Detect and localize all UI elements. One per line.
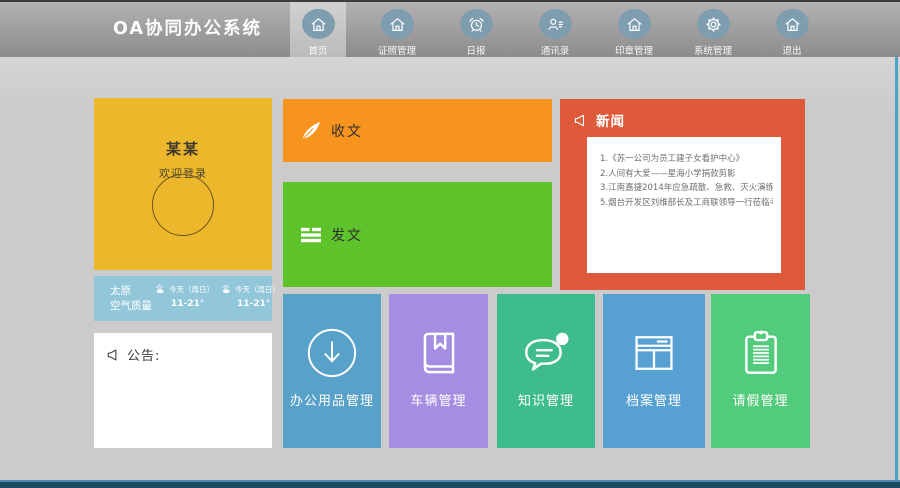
nav-item-home[interactable]: 首页 — [290, 2, 346, 57]
announcement-title: 公告: — [127, 345, 160, 364]
weather-location: 太原 空气质量 — [110, 284, 152, 314]
module-label: 知识管理 — [518, 390, 574, 409]
nav-label: 日报 — [466, 43, 485, 57]
nav-label: 通讯录 — [541, 43, 570, 57]
module-knowledge[interactable]: 知识管理 — [497, 294, 595, 448]
nav-item-daily-report[interactable]: 日报 — [448, 2, 504, 57]
outbox-button[interactable]: 发文 — [283, 182, 552, 287]
nav-item-contacts[interactable]: 通讯录 — [527, 2, 583, 57]
megaphone-icon — [573, 112, 590, 129]
download-circle-icon — [304, 325, 360, 381]
forecast-day: 今天（周日） — [235, 284, 280, 295]
avatar-placeholder — [152, 174, 214, 236]
module-label: 办公用品管理 — [290, 390, 374, 409]
forecast-temp: 11-21° — [237, 299, 282, 309]
news-list: 1.《苏一公司为员工建子女看护中心》 2.人间有大爱——星海小学捐款剪影 3.江… — [587, 137, 781, 210]
nav-item-licenses[interactable]: 证照管理 — [369, 2, 425, 57]
forecast-today-2: 今天（周日） 11-21° — [220, 283, 282, 309]
right-edge-accent — [895, 57, 898, 480]
nav-item-logout[interactable]: 退出 — [764, 2, 820, 57]
nav-label: 退出 — [782, 43, 801, 57]
nav-label: 证照管理 — [378, 43, 416, 57]
book-icon — [411, 325, 467, 381]
news-item[interactable]: 1.《苏一公司为员工建子女看护中心》 — [600, 152, 773, 167]
nav-label: 印章管理 — [615, 43, 653, 57]
forecast-day: 今天（周日） — [169, 284, 214, 295]
oa-dashboard: OA协同办公系统 首页 证照管理 日报 — [0, 0, 900, 488]
home-icon — [618, 9, 651, 39]
nav-item-system[interactable]: 系统管理 — [685, 2, 741, 57]
module-label: 车辆管理 — [410, 390, 466, 409]
megaphone-icon — [106, 347, 122, 363]
nav-item-seals[interactable]: 印章管理 — [606, 2, 662, 57]
footer-bar — [0, 480, 900, 488]
profile-card: 某某 欢迎登录 — [94, 98, 272, 270]
news-item[interactable]: 3.江南嘉捷2014年应急疏散、急救、灭火演练圆满落幕 — [600, 181, 773, 196]
outbox-label: 发文 — [331, 225, 363, 245]
header-bar: OA协同办公系统 首页 证照管理 日报 — [0, 0, 900, 57]
news-item[interactable]: 2.人间有大爱——星海小学捐款剪影 — [600, 167, 773, 182]
forecast-temp: 11-21° — [171, 299, 216, 309]
news-panel: 1.《苏一公司为员工建子女看护中心》 2.人间有大爱——星海小学捐款剪影 3.江… — [587, 137, 781, 273]
nav-label: 首页 — [308, 43, 327, 57]
home-icon — [776, 9, 809, 39]
alarm-clock-icon — [460, 9, 493, 39]
home-icon — [302, 9, 335, 39]
inbox-label: 收文 — [331, 121, 363, 141]
module-archives[interactable]: 档案管理 — [603, 294, 705, 448]
top-nav: 首页 证照管理 日报 通讯录 — [290, 2, 820, 57]
module-vehicles[interactable]: 车辆管理 — [389, 294, 488, 448]
module-label: 档案管理 — [626, 390, 682, 409]
contacts-icon — [539, 9, 572, 39]
news-title: 新闻 — [596, 110, 625, 130]
news-card: 新闻 1.《苏一公司为员工建子女看护中心》 2.人间有大爱——星海小学捐款剪影 … — [560, 99, 805, 290]
module-leave[interactable]: 请假管理 — [711, 294, 810, 448]
chat-bubble-icon — [518, 325, 574, 381]
app-title: OA协同办公系统 — [113, 2, 262, 57]
home-icon — [381, 9, 414, 39]
weather-card: 太原 空气质量 今天（周日） 11-21° 今天（周日） 11-21° — [94, 276, 272, 321]
gear-icon — [697, 9, 730, 39]
city-name: 太原 — [110, 284, 152, 299]
sun-cloud-icon — [154, 283, 167, 296]
news-item[interactable]: 5.烟台开发区刘维部长及工商联领导一行莅临考察指导 — [600, 196, 773, 211]
list-bars-icon — [299, 223, 323, 247]
forecast-today: 今天（周日） 11-21° — [154, 283, 216, 309]
module-office-supplies[interactable]: 办公用品管理 — [283, 294, 381, 448]
air-quality-label: 空气质量 — [110, 299, 152, 314]
archive-window-icon — [626, 325, 682, 381]
announcement-card: 公告: — [94, 333, 272, 448]
quill-icon — [299, 119, 323, 143]
clipboard-icon — [733, 325, 789, 381]
inbox-button[interactable]: 收文 — [283, 99, 552, 162]
module-label: 请假管理 — [732, 390, 788, 409]
sun-cloud-icon — [220, 283, 233, 296]
nav-label: 系统管理 — [694, 43, 732, 57]
user-name: 某某 — [94, 138, 272, 159]
